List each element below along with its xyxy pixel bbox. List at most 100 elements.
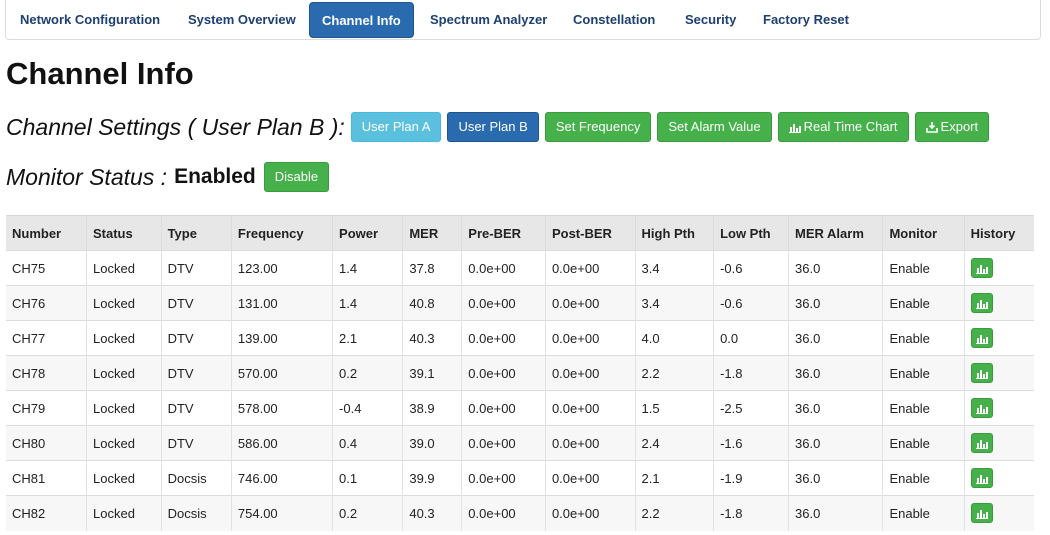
column-header: History <box>964 215 1034 251</box>
history-button[interactable] <box>970 468 993 488</box>
user-plan-b-button[interactable]: User Plan B <box>447 112 539 142</box>
table-cell: 0.0e+00 <box>461 460 546 496</box>
tab-constellation[interactable]: Constellation <box>573 0 655 40</box>
table-cell: 586.00 <box>231 425 334 461</box>
set-alarm-value-button[interactable]: Set Alarm Value <box>657 112 772 142</box>
disable-label: Disable <box>274 169 319 184</box>
channel-table: Number Status Type Frequency Power MER Pre-BER… <box>6 215 1034 531</box>
history-button[interactable] <box>970 503 993 524</box>
table-cell: 39.0 <box>402 425 463 461</box>
table-cell: 36.0 <box>788 320 884 356</box>
table-cell: 0.2 <box>332 355 404 391</box>
table-cell: CH76 <box>6 285 87 321</box>
bar-chart-icon <box>975 509 988 519</box>
table-cell: -1.9 <box>713 460 790 496</box>
table-header-row: Number Status Type Frequency Power MER Pre-BER… <box>6 215 1034 251</box>
bar-chart-icon <box>975 439 988 449</box>
bar-chart-icon <box>975 334 988 344</box>
tab-factory-reset[interactable]: Factory Reset <box>763 0 849 40</box>
column-header: Pre-BER <box>461 215 546 251</box>
history-button[interactable] <box>970 293 993 313</box>
export-button[interactable]: Export <box>914 112 990 142</box>
table-cell: 0.0e+00 <box>545 390 636 426</box>
column-header: Frequency <box>231 215 334 251</box>
history-cell <box>964 320 1034 356</box>
table-cell: 0.0e+00 <box>545 355 636 391</box>
table-cell: 0.0e+00 <box>545 250 636 286</box>
table-body: CH75 Locked DTV 123.00 1.4 37.8 0.0e+00 0.0e+00… <box>6 250 1034 531</box>
history-button[interactable] <box>970 398 993 418</box>
user-plan-b-label: User Plan B <box>458 119 528 134</box>
history-button[interactable] <box>970 258 993 278</box>
history-cell <box>964 285 1034 321</box>
table-cell: DTV <box>161 425 232 461</box>
table-cell: DTV <box>161 285 232 321</box>
table-cell: 0.0e+00 <box>545 285 636 321</box>
real-time-chart-button[interactable]: Real Time Chart <box>777 112 909 142</box>
table-cell: DTV <box>161 355 232 391</box>
history-button[interactable] <box>970 363 993 383</box>
table-cell: Docsis <box>161 460 232 496</box>
column-header: MER Alarm <box>788 215 884 251</box>
tab-system-overview[interactable]: System Overview <box>188 0 296 40</box>
table-cell: 40.3 <box>402 320 463 356</box>
page-title: Channel Info <box>6 56 194 91</box>
table-cell: 2.1 <box>332 320 404 356</box>
table-cell: 578.00 <box>231 390 334 426</box>
table-cell: 139.00 <box>231 320 334 356</box>
table-cell: Enable <box>882 460 965 496</box>
monitor-status-row: Monitor Status : Enabled Disable <box>6 160 335 194</box>
history-cell <box>964 355 1034 391</box>
tab-network-configuration[interactable]: Network Configuration <box>20 0 160 40</box>
export-icon <box>925 121 938 133</box>
column-header: Monitor <box>882 215 965 251</box>
column-header: MER <box>402 215 463 251</box>
table-cell: 39.9 <box>402 460 463 496</box>
table-cell: -1.8 <box>713 495 790 531</box>
tab-spectrum-analyzer[interactable]: Spectrum Analyzer <box>430 0 547 40</box>
table-cell: CH81 <box>6 460 87 496</box>
table-cell: Enable <box>882 250 965 286</box>
tab-channel-info[interactable]: Channel Info <box>309 2 414 38</box>
table-cell: DTV <box>161 390 232 426</box>
table-cell: -0.6 <box>713 285 790 321</box>
table-cell: DTV <box>161 320 232 356</box>
monitor-status-value: Enabled <box>174 165 256 188</box>
table-cell: CH79 <box>6 390 87 426</box>
table-cell: 40.3 <box>402 495 463 531</box>
user-plan-a-label: User Plan A <box>361 119 431 134</box>
history-button[interactable] <box>970 328 993 348</box>
table-cell: 0.0e+00 <box>461 425 546 461</box>
bar-chart-icon <box>975 404 988 414</box>
table-cell: 4.0 <box>635 320 715 356</box>
history-cell <box>964 460 1034 496</box>
history-cell <box>964 250 1034 286</box>
table-cell: Enable <box>882 320 965 356</box>
table-cell: 1.4 <box>332 285 404 321</box>
disable-button[interactable]: Disable <box>263 162 330 192</box>
user-plan-a-button[interactable]: User Plan A <box>350 112 442 142</box>
channel-settings-label: Channel Settings ( User Plan B ): <box>6 113 345 140</box>
table-cell: DTV <box>161 250 232 286</box>
bar-chart-icon <box>975 369 988 379</box>
history-cell <box>964 390 1034 426</box>
table-cell: 36.0 <box>788 425 884 461</box>
table-cell: -0.6 <box>713 250 790 286</box>
column-header: Type <box>161 215 232 251</box>
bar-chart-icon <box>975 299 988 309</box>
table-cell: 2.2 <box>635 495 715 531</box>
table-cell: 0.2 <box>332 495 404 531</box>
table-cell: 131.00 <box>231 285 334 321</box>
table-cell: 0.0e+00 <box>545 495 636 531</box>
column-header: Low Pth <box>713 215 790 251</box>
table-cell: 0.0 <box>713 320 790 356</box>
table-cell: 123.00 <box>231 250 334 286</box>
tab-security[interactable]: Security <box>685 0 736 40</box>
set-frequency-button[interactable]: Set Frequency <box>544 112 652 142</box>
column-header: Power <box>332 215 404 251</box>
history-button[interactable] <box>970 433 993 453</box>
bar-chart-icon <box>975 264 988 274</box>
table-cell: 3.4 <box>635 250 715 286</box>
column-header: Post-BER <box>545 215 636 251</box>
table-cell: 0.1 <box>332 460 404 496</box>
